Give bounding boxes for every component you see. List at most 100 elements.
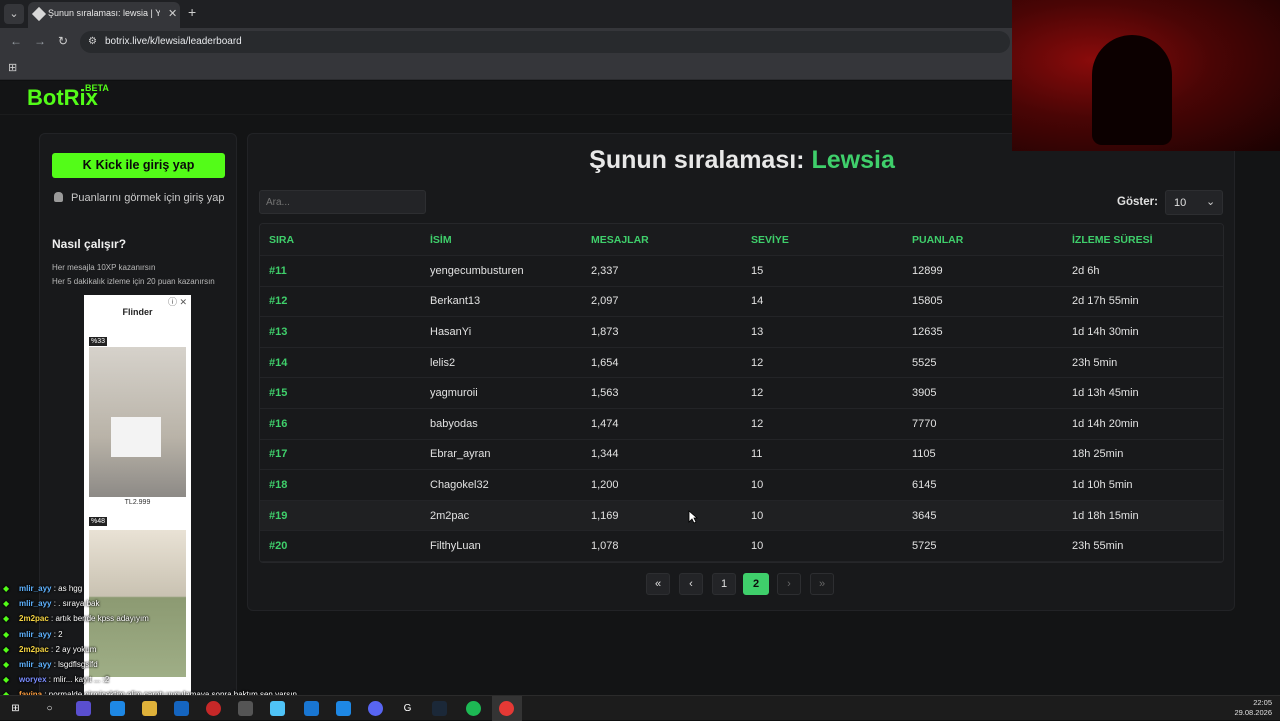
name-cell: 2m2pac (430, 509, 470, 522)
table-row: #18 Chagokel32 1,200 10 6145 1d 10h 5min (260, 470, 1223, 501)
tab-search-icon[interactable]: ⌄ (4, 4, 24, 24)
beta-badge: BETA (85, 83, 109, 93)
kick-login-button[interactable]: K Kick ile giriş yap (52, 153, 225, 178)
obs-icon[interactable] (206, 701, 221, 716)
chat-username: mlir_ayy (19, 584, 52, 593)
system-clock[interactable]: 22:05 29.08.2026 (1234, 698, 1272, 718)
column-header-name[interactable]: İSİM (430, 224, 452, 255)
steam-icon[interactable] (432, 701, 447, 716)
windows-start-icon[interactable]: ⊞ (8, 701, 23, 716)
chat-username: mlir_ayy (19, 629, 52, 639)
ad-product-image[interactable] (89, 347, 186, 497)
chat-badge-icon: ◆ (3, 629, 10, 639)
chrome-icon[interactable] (499, 701, 514, 716)
name-cell: Chagokel32 (430, 478, 489, 491)
search-icon[interactable]: ○ (42, 701, 57, 716)
name-cell: Berkant13 (430, 295, 481, 308)
chat-username: woryex (19, 675, 47, 685)
watch-time-cell: 23h 55min (1072, 540, 1124, 553)
kick-logo-icon: K (82, 158, 92, 172)
page-size-value: 10 (1174, 197, 1187, 209)
spotify-icon[interactable] (466, 701, 481, 716)
chevron-down-icon: ⌄ (1206, 196, 1216, 208)
column-header-points[interactable]: PUANLAR (912, 224, 963, 255)
table-row: #16 babyodas 1,474 12 7770 1d 14h 20min (260, 408, 1223, 440)
watch-time-cell: 18h 25min (1072, 448, 1124, 461)
app-icon[interactable]: G (400, 701, 415, 716)
app-icon[interactable] (76, 701, 91, 716)
url-field[interactable]: ⚙ botrix.live/k/lewsia/leaderboard (80, 31, 1010, 53)
chat-message: ◆ woryex : mlir... kayıt ... :2 (3, 675, 333, 690)
messages-cell: 1,474 (591, 417, 619, 430)
watch-time-cell: 1d 13h 45min (1072, 387, 1139, 400)
edge-icon[interactable] (110, 701, 125, 716)
search-input[interactable] (259, 190, 426, 214)
points-cell: 12899 (912, 264, 943, 277)
watch-time-cell: 1d 14h 30min (1072, 325, 1139, 338)
chat-badge-icon: ◆ (3, 584, 10, 593)
chat-text: as hgg (58, 584, 83, 593)
discord-icon[interactable] (368, 701, 383, 716)
favicon-icon (31, 6, 47, 22)
chat-message: ◆ 2m2pac : 2 ay yokum (3, 645, 333, 660)
column-header-watch-time[interactable]: İZLEME SÜRESİ (1072, 224, 1153, 255)
browser-tab[interactable]: Şunun sıralaması: lewsia | Yayın ✕ (28, 2, 180, 28)
rank-cell: #14 (269, 356, 288, 369)
level-cell: 10 (751, 509, 764, 522)
app-icon[interactable] (270, 701, 285, 716)
rank-cell: #17 (269, 448, 288, 461)
next-page-icon[interactable]: › (777, 573, 801, 595)
rank-cell: #12 (269, 295, 288, 308)
chat-badge-icon: ◆ (3, 599, 10, 609)
messages-cell: 1,563 (591, 387, 619, 400)
watch-time-cell: 1d 14h 20min (1072, 417, 1139, 430)
messages-cell: 1,654 (591, 356, 619, 369)
site-info-icon[interactable]: ⚙ (88, 36, 97, 47)
chat-message: ◆ mlir_ayy : as hgg (3, 584, 333, 599)
close-tab-icon[interactable]: ✕ (168, 7, 177, 20)
level-cell: 13 (751, 325, 764, 338)
messages-cell: 2,337 (591, 264, 619, 277)
last-page-icon[interactable]: » (810, 573, 834, 595)
chat-badge-icon: ◆ (3, 675, 10, 685)
points-cell: 12635 (912, 325, 943, 338)
mail-icon[interactable] (174, 701, 189, 716)
column-header-rank[interactable]: SIRA (269, 224, 294, 255)
clock-time: 22:05 (1253, 698, 1272, 707)
kick-login-label: Kick ile giriş yap (95, 158, 195, 172)
points-cell: 7770 (912, 417, 937, 430)
watch-time-cell: 23h 5min (1072, 356, 1118, 369)
chat-badge-icon: ◆ (3, 614, 10, 624)
messages-cell: 1,873 (591, 325, 619, 338)
folder-icon[interactable] (142, 701, 157, 716)
prev-page-icon[interactable]: ‹ (679, 573, 703, 595)
first-page-icon[interactable]: « (646, 573, 670, 595)
page-2-button[interactable]: 2 (743, 573, 769, 595)
table-row: #13 HasanYi 1,873 13 12635 1d 14h 30min (260, 317, 1223, 348)
level-cell: 12 (751, 356, 764, 369)
name-cell: HasanYi (430, 325, 472, 338)
app-icon[interactable] (304, 701, 319, 716)
chat-username: mlir_ayy (19, 599, 52, 609)
page-size-select[interactable]: 10 ⌄ (1165, 190, 1223, 215)
watch-time-cell: 2d 6h (1072, 264, 1100, 277)
back-icon[interactable]: ← (10, 34, 22, 48)
tab-title: Şunun sıralaması: lewsia | Yayın (48, 8, 160, 18)
app-icon[interactable] (238, 701, 253, 716)
forward-icon[interactable]: → (34, 34, 46, 48)
chat-message: ◆ 2m2pac : artık bende kpss adayıyım (3, 614, 333, 629)
level-cell: 12 (751, 387, 764, 400)
page-1-button[interactable]: 1 (712, 573, 736, 595)
column-header-messages[interactable]: MESAJLAR (591, 224, 649, 255)
chat-badge-icon: ◆ (3, 659, 10, 669)
name-cell: yengecumbusturen (430, 264, 524, 277)
chat-message: ◆ mlir_ayy : lsgdflsgslfd (3, 660, 333, 675)
how-it-works-title: Nasıl çalışır? (52, 237, 127, 251)
rank-cell: #13 (269, 325, 288, 338)
new-tab-icon[interactable]: + (188, 4, 196, 20)
vscode-icon[interactable] (336, 701, 351, 716)
messages-cell: 1,200 (591, 478, 619, 491)
reload-icon[interactable]: ↻ (58, 34, 68, 48)
apps-grid-icon[interactable]: ⊞ (8, 61, 17, 74)
column-header-level[interactable]: SEVİYE (751, 224, 789, 255)
